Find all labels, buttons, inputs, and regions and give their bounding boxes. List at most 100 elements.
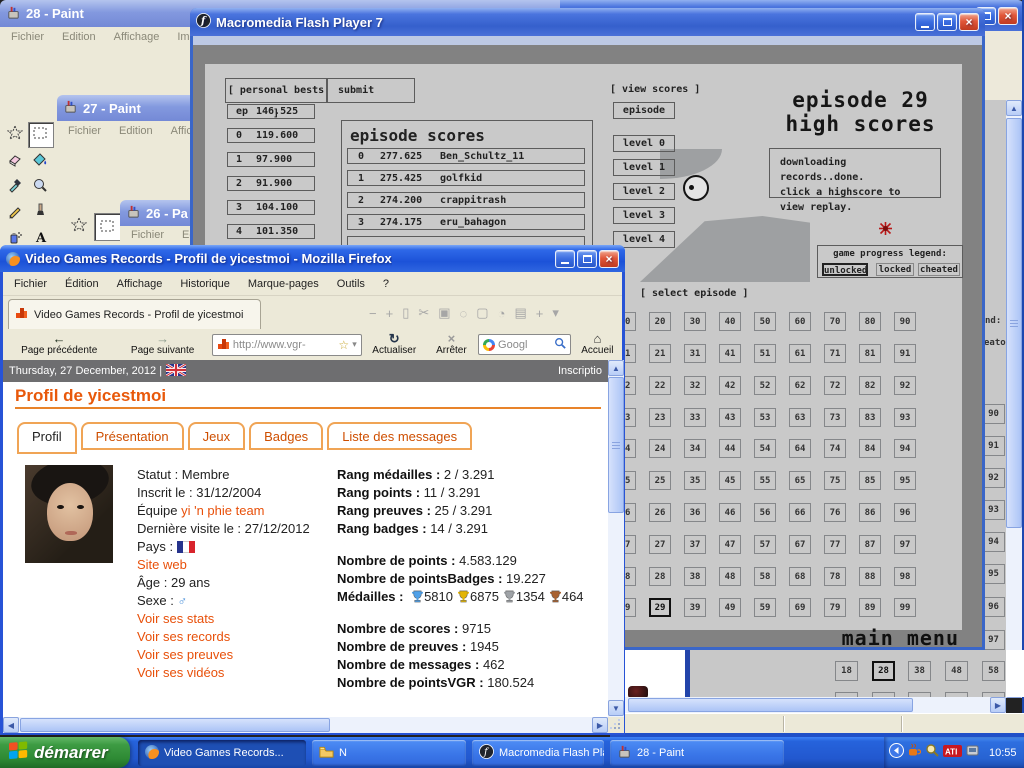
airbrush-tool-icon[interactable] — [6, 228, 24, 246]
legend-cheated[interactable]: cheated — [918, 263, 960, 276]
episode-cell-23[interactable]: 23 — [649, 408, 671, 427]
submit-button[interactable]: submit — [327, 78, 415, 103]
episode-cell-27[interactable]: 27 — [649, 535, 671, 554]
episode-cell-34[interactable]: 34 — [684, 439, 706, 458]
episode-cell-61[interactable]: 61 — [789, 344, 811, 363]
pencil-tool-icon[interactable] — [6, 202, 24, 220]
device-icon[interactable] — [966, 744, 979, 762]
episode-cell-95[interactable]: 95 — [982, 564, 1005, 584]
fill-tool-icon[interactable] — [31, 150, 49, 168]
taskbar-task-2[interactable]: N — [312, 740, 466, 766]
episode-cell-82[interactable]: 82 — [859, 376, 881, 395]
copy-icon[interactable]: ▣ — [438, 305, 450, 321]
episode-cell-38[interactable]: 38 — [908, 661, 931, 681]
episode-score-row[interactable]: 3274.175eru_bahagon — [347, 214, 585, 230]
episode-cell-51[interactable]: 51 — [754, 344, 776, 363]
winb-hscroll-thumb[interactable] — [628, 698, 913, 712]
tab-liste-des-messages[interactable]: Liste des messages — [327, 422, 472, 450]
firefox-active-tab[interactable]: Video Games Records - Profil de yicestmo… — [8, 299, 261, 329]
firefox-restore-button[interactable] — [577, 250, 597, 268]
info-link[interactable]: Voir ses records — [137, 629, 230, 644]
episode-cell-70[interactable]: 70 — [824, 312, 846, 331]
episode-cell-58[interactable]: 58 — [754, 567, 776, 586]
episode-score-row[interactable]: 2274.200crappitrash — [347, 192, 585, 208]
episode-cell-29[interactable]: 29 — [649, 598, 671, 617]
episode-cell-88[interactable]: 88 — [859, 567, 881, 586]
episode-cell-53[interactable]: 53 — [754, 408, 776, 427]
episode-cell-93[interactable]: 93 — [982, 500, 1005, 520]
episode-cell-72[interactable]: 72 — [824, 376, 846, 395]
flash-close-button[interactable]: × — [959, 13, 979, 31]
episode-cell-42[interactable]: 42 — [719, 376, 741, 395]
picker-tool-icon[interactable] — [6, 176, 24, 194]
firefox-titlebar[interactable]: Video Games Records - Profil de yicestmo… — [0, 245, 625, 272]
menu-item-dition[interactable]: Édition — [56, 276, 108, 292]
episode-cell-65[interactable]: 65 — [789, 471, 811, 490]
menu-item-?[interactable]: ? — [374, 276, 398, 292]
episode-cell-44[interactable]: 44 — [719, 439, 741, 458]
episode-cell-76[interactable]: 76 — [824, 503, 846, 522]
java-icon[interactable] — [908, 743, 921, 762]
tab-badges[interactable]: Badges — [249, 422, 323, 450]
view-level-3-button[interactable]: level 3 — [613, 207, 675, 224]
search-text[interactable]: Googl — [498, 339, 551, 351]
episode-cell-66[interactable]: 66 — [789, 503, 811, 522]
episode-cell-21[interactable]: 21 — [649, 344, 671, 363]
episode-cell-36[interactable]: 36 — [684, 503, 706, 522]
dropdown-icon[interactable]: ▾ — [552, 305, 559, 321]
episode-cell-69[interactable]: 69 — [789, 598, 811, 617]
flash-titlebar[interactable]: f Macromedia Flash Player 7 × — [190, 8, 985, 36]
episode-cell-38[interactable]: 38 — [684, 567, 706, 586]
episode-cell-97[interactable]: 97 — [982, 630, 1005, 650]
uk-flag-icon[interactable] — [166, 364, 186, 379]
episode-cell-91[interactable]: 91 — [894, 344, 916, 363]
loading-icon[interactable]: ◌ — [460, 306, 468, 321]
brush-tool-icon[interactable] — [31, 202, 49, 220]
episode-cell-31[interactable]: 31 — [684, 344, 706, 363]
info-link[interactable]: Site web — [137, 557, 187, 572]
episode-cell-45[interactable]: 45 — [719, 471, 741, 490]
menu-item-fichier[interactable]: Fichier — [122, 227, 173, 243]
new-window-icon[interactable]: ▢ — [476, 305, 488, 321]
episode-cell-67[interactable]: 67 — [789, 535, 811, 554]
episode-cell-41[interactable]: 41 — [719, 344, 741, 363]
search-magnifier-icon[interactable] — [554, 337, 566, 352]
episode-cell-39[interactable]: 39 — [684, 598, 706, 617]
plus-icon[interactable]: + — [536, 306, 544, 321]
tab-présentation[interactable]: Présentation — [81, 422, 184, 450]
episode-cell-43[interactable]: 43 — [719, 408, 741, 427]
episode-cell-40[interactable]: 40 — [719, 312, 741, 331]
episode-cell-58[interactable]: 58 — [982, 661, 1005, 681]
ff-scroll-left-icon[interactable]: ◀ — [3, 717, 19, 733]
episode-cell-96[interactable]: 96 — [894, 503, 916, 522]
info-link[interactable]: Voir ses preuves — [137, 647, 233, 662]
episode-cell-57[interactable]: 57 — [754, 535, 776, 554]
ff-scroll-up-icon[interactable]: ▲ — [608, 360, 624, 376]
episode-cell-49[interactable]: 49 — [719, 598, 741, 617]
episode-cell-68[interactable]: 68 — [789, 567, 811, 586]
select-tool-icon[interactable] — [98, 217, 116, 235]
tab-jeux[interactable]: Jeux — [188, 422, 245, 450]
history-icon[interactable]: ◔ — [498, 306, 506, 321]
episode-cell-33[interactable]: 33 — [684, 408, 706, 427]
episode-cell-85[interactable]: 85 — [859, 471, 881, 490]
menu-item-marquepages[interactable]: Marque-pages — [239, 276, 328, 292]
episode-cell-91[interactable]: 91 — [982, 436, 1005, 456]
eraser-tool-icon[interactable] — [6, 150, 24, 168]
episode-cell-97[interactable]: 97 — [894, 535, 916, 554]
view-level-0-button[interactable]: level 0 — [613, 135, 675, 152]
home-button[interactable]: ⌂Accueil — [573, 332, 622, 357]
episode-cell-84[interactable]: 84 — [859, 439, 881, 458]
magnifier-tool-icon[interactable] — [31, 176, 49, 194]
info-link[interactable]: yi 'n phie team — [181, 503, 264, 518]
episode-cell-56[interactable]: 56 — [754, 503, 776, 522]
menu-item-fichier[interactable]: Fichier — [59, 123, 110, 139]
forward-button[interactable]: →Page suivante — [115, 332, 210, 357]
episode-cell-52[interactable]: 52 — [754, 376, 776, 395]
episode-cell-48[interactable]: 48 — [719, 567, 741, 586]
select-tool-icon[interactable] — [31, 124, 49, 142]
firefox-minimize-button[interactable] — [555, 250, 575, 268]
winb-scroll-right-icon[interactable]: ▶ — [990, 697, 1006, 713]
url-dropdown-icon[interactable]: ▾ — [352, 339, 357, 350]
episode-cell-81[interactable]: 81 — [859, 344, 881, 363]
